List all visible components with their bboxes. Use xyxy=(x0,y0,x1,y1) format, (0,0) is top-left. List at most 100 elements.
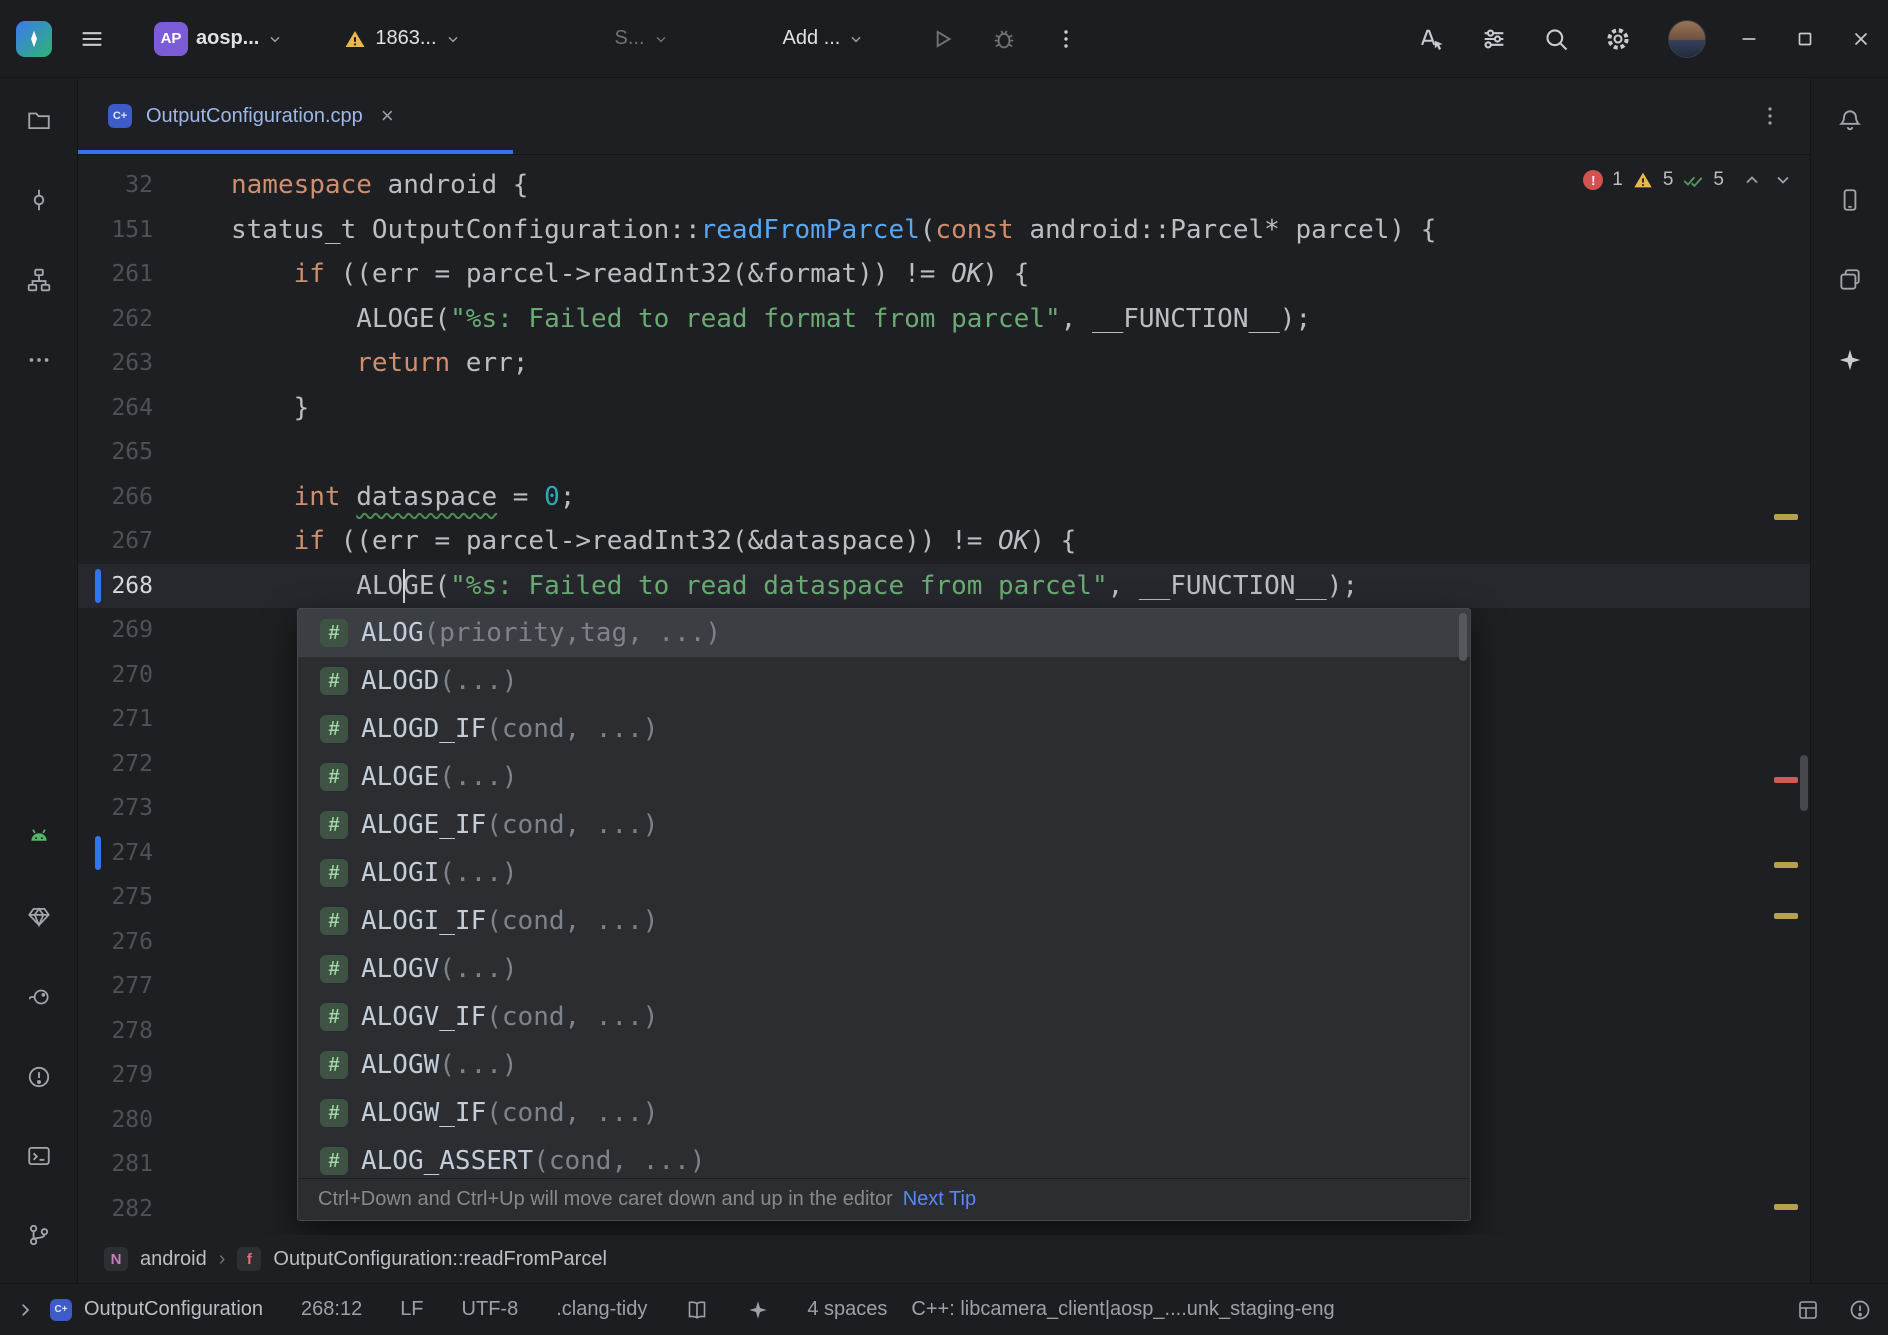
previous-problem-button[interactable] xyxy=(1741,169,1763,191)
device-manager-tool-button[interactable] xyxy=(19,897,59,937)
inspections-widget[interactable]: ! 1 5 5 xyxy=(1583,169,1794,191)
tab-close-icon[interactable]: × xyxy=(381,105,394,127)
code-line[interactable]: 263 return err; xyxy=(78,341,1810,386)
tool-window-toggle[interactable] xyxy=(16,1301,34,1319)
device-explorer-button[interactable] xyxy=(1830,260,1870,300)
line-number[interactable]: 279 xyxy=(78,1053,153,1098)
popup-scrollbar-thumb[interactable] xyxy=(1459,613,1467,661)
completion-item[interactable]: #ALOGV_IF(cond, ...) xyxy=(298,993,1470,1041)
code-line[interactable]: 151status_t OutputConfiguration::readFro… xyxy=(78,208,1810,253)
logcat-tool-button[interactable] xyxy=(19,817,59,857)
breadcrumb-item[interactable]: android xyxy=(140,1248,207,1271)
ai-assist-button[interactable] xyxy=(747,1299,769,1321)
structure-tool-button[interactable] xyxy=(19,260,59,300)
line-number[interactable]: 270 xyxy=(78,653,153,698)
completion-item[interactable]: #ALOGE(...) xyxy=(298,753,1470,801)
line-number[interactable]: 261 xyxy=(78,252,153,297)
error-stripe-mark[interactable] xyxy=(1774,862,1798,868)
settings-button[interactable] xyxy=(1596,17,1640,61)
next-problem-button[interactable] xyxy=(1772,169,1794,191)
line-number[interactable]: 276 xyxy=(78,920,153,965)
line-number[interactable]: 271 xyxy=(78,697,153,742)
code-line[interactable]: 32namespace android { xyxy=(78,163,1810,208)
completion-item[interactable]: #ALOGI(...) xyxy=(298,849,1470,897)
completion-item[interactable]: #ALOG(priority,tag, ...) xyxy=(298,609,1470,657)
code-line[interactable]: 261 if ((err = parcel->readInt32(&format… xyxy=(78,252,1810,297)
next-tip-link[interactable]: Next Tip xyxy=(903,1188,976,1211)
line-number[interactable]: 282 xyxy=(78,1187,153,1232)
line-number[interactable]: 262 xyxy=(78,297,153,342)
code-line[interactable]: 266 int dataspace = 0; xyxy=(78,475,1810,520)
project-widget[interactable]: AP aosp... xyxy=(146,16,291,62)
search-everywhere-button[interactable] xyxy=(1534,17,1578,61)
completion-item[interactable]: #ALOG_ASSERT(cond, ...) xyxy=(298,1137,1470,1178)
running-devices-button[interactable] xyxy=(1830,180,1870,220)
line-number[interactable]: 281 xyxy=(78,1142,153,1187)
code-line[interactable]: 267 if ((err = parcel->readInt32(&datasp… xyxy=(78,519,1810,564)
breadcrumb-item[interactable]: OutputConfiguration::readFromParcel xyxy=(273,1248,607,1271)
line-number[interactable]: 263 xyxy=(78,341,153,386)
line-number[interactable]: 273 xyxy=(78,786,153,831)
statusbar-file-name[interactable]: OutputConfiguration xyxy=(84,1298,263,1321)
more-tool-windows-button[interactable] xyxy=(19,340,59,380)
completion-item[interactable]: #ALOGW_IF(cond, ...) xyxy=(298,1089,1470,1137)
completion-item[interactable]: #ALOGD(...) xyxy=(298,657,1470,705)
notifications-indicator-button[interactable] xyxy=(1848,1298,1872,1322)
line-number[interactable]: 269 xyxy=(78,608,153,653)
device-selector[interactable]: S... xyxy=(607,21,677,56)
editor-scrollbar-thumb[interactable] xyxy=(1800,755,1808,811)
run-configuration-selector[interactable]: Add ... xyxy=(775,21,873,56)
completion-item[interactable]: #ALOGE_IF(cond, ...) xyxy=(298,801,1470,849)
code-line[interactable]: 262 ALOGE("%s: Failed to read format fro… xyxy=(78,297,1810,342)
code-line[interactable]: 265 xyxy=(78,430,1810,475)
line-number[interactable]: 272 xyxy=(78,742,153,787)
line-number[interactable]: 278 xyxy=(78,1009,153,1054)
line-number[interactable]: 274 xyxy=(78,831,153,876)
tune-filter-button[interactable] xyxy=(1472,17,1516,61)
code-line[interactable]: 264 } xyxy=(78,386,1810,431)
completion-item[interactable]: #ALOGD_IF(cond, ...) xyxy=(298,705,1470,753)
encoding-widget[interactable]: UTF-8 xyxy=(462,1298,519,1321)
error-stripe-mark[interactable] xyxy=(1774,514,1798,520)
branch-widget[interactable]: 1863... xyxy=(335,21,468,57)
code-line[interactable]: 268 ALOGE("%s: Failed to read dataspace … xyxy=(78,564,1810,609)
problems-tool-button[interactable] xyxy=(19,1057,59,1097)
project-tool-button[interactable] xyxy=(19,100,59,140)
debug-button[interactable] xyxy=(982,17,1026,61)
version-control-tool-button[interactable] xyxy=(19,1215,59,1255)
toolchain-widget[interactable]: C++: libcamera_client|aosp_....unk_stagi… xyxy=(911,1298,1334,1321)
line-number[interactable]: 268 xyxy=(78,564,153,609)
error-stripe-mark[interactable] xyxy=(1774,777,1798,783)
completion-item[interactable]: #ALOGI_IF(cond, ...) xyxy=(298,897,1470,945)
notifications-button[interactable] xyxy=(1830,100,1870,140)
line-number[interactable]: 280 xyxy=(78,1098,153,1143)
window-layout-button[interactable] xyxy=(1796,1298,1820,1322)
line-number[interactable]: 277 xyxy=(78,964,153,1009)
tab-outputconfiguration-cpp[interactable]: C+ OutputConfiguration.cpp × xyxy=(78,78,513,154)
terminal-tool-button[interactable] xyxy=(19,1136,59,1176)
commit-tool-button[interactable] xyxy=(19,180,59,220)
line-number[interactable]: 275 xyxy=(78,875,153,920)
tab-options-button[interactable] xyxy=(1758,104,1782,128)
line-separator-widget[interactable]: LF xyxy=(400,1298,423,1321)
completion-item[interactable]: #ALOGV(...) xyxy=(298,945,1470,993)
line-number[interactable]: 32 xyxy=(78,163,153,208)
line-number[interactable]: 266 xyxy=(78,475,153,520)
close-window-button[interactable] xyxy=(1850,28,1872,50)
reader-mode-button[interactable] xyxy=(685,1298,709,1322)
gradle-tool-button[interactable] xyxy=(19,977,59,1017)
completion-item[interactable]: #ALOGW(...) xyxy=(298,1041,1470,1089)
gemini-button[interactable] xyxy=(1830,340,1870,380)
indent-widget[interactable]: 4 spaces xyxy=(807,1298,887,1321)
line-number[interactable]: 265 xyxy=(78,430,153,475)
maximize-button[interactable] xyxy=(1794,28,1816,50)
caret-position-widget[interactable]: 268:12 xyxy=(301,1298,362,1321)
line-number[interactable]: 264 xyxy=(78,386,153,431)
error-stripe-mark[interactable] xyxy=(1774,913,1798,919)
linter-widget[interactable]: .clang-tidy xyxy=(556,1298,647,1321)
error-stripe-mark[interactable] xyxy=(1774,1204,1798,1210)
line-number[interactable]: 267 xyxy=(78,519,153,564)
main-menu-button[interactable] xyxy=(70,17,114,61)
letter-a-cursor-button[interactable] xyxy=(1410,17,1454,61)
minimize-button[interactable] xyxy=(1738,28,1760,50)
